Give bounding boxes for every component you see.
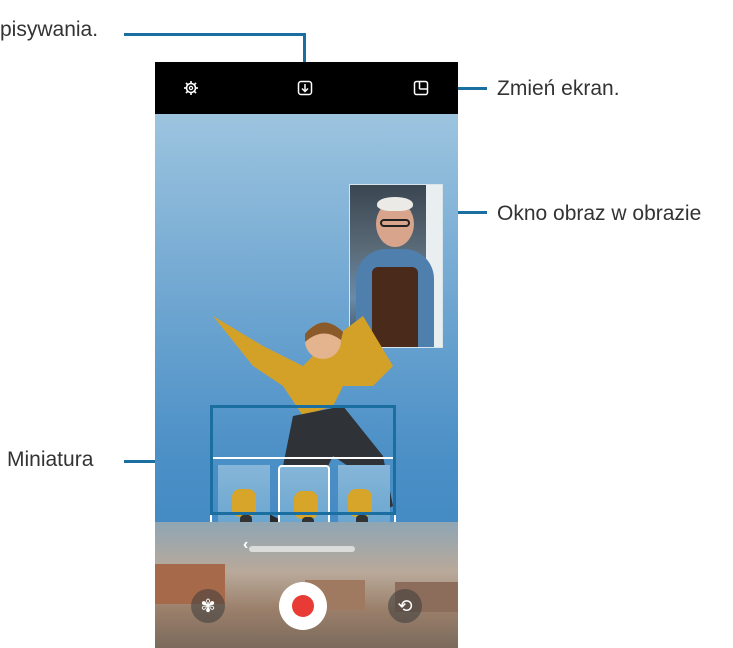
callout-pip-window: Okno obraz w obrazie bbox=[497, 202, 702, 225]
download-icon[interactable] bbox=[296, 79, 314, 97]
screen-layout-icon[interactable] bbox=[412, 79, 430, 97]
gear-icon[interactable] bbox=[182, 79, 200, 97]
chevron-left-icon[interactable]: ‹ bbox=[243, 536, 248, 554]
mode-label bbox=[249, 546, 355, 552]
switch-camera-icon[interactable]: ⟲ bbox=[388, 589, 422, 623]
camera-top-bar bbox=[155, 62, 458, 114]
callout-change-screen: Zmień ekran. bbox=[497, 77, 620, 100]
flower-icon[interactable]: ✾ bbox=[191, 589, 225, 623]
camera-screen: ‹ ✾ ⟲ bbox=[155, 62, 458, 648]
callout-recording-mode: pisywania. bbox=[0, 18, 99, 41]
record-button[interactable] bbox=[279, 582, 327, 630]
callout-line-recording-h bbox=[124, 33, 306, 36]
callout-thumbnail: Miniatura bbox=[7, 448, 94, 471]
thumbnail-highlight bbox=[210, 405, 396, 515]
